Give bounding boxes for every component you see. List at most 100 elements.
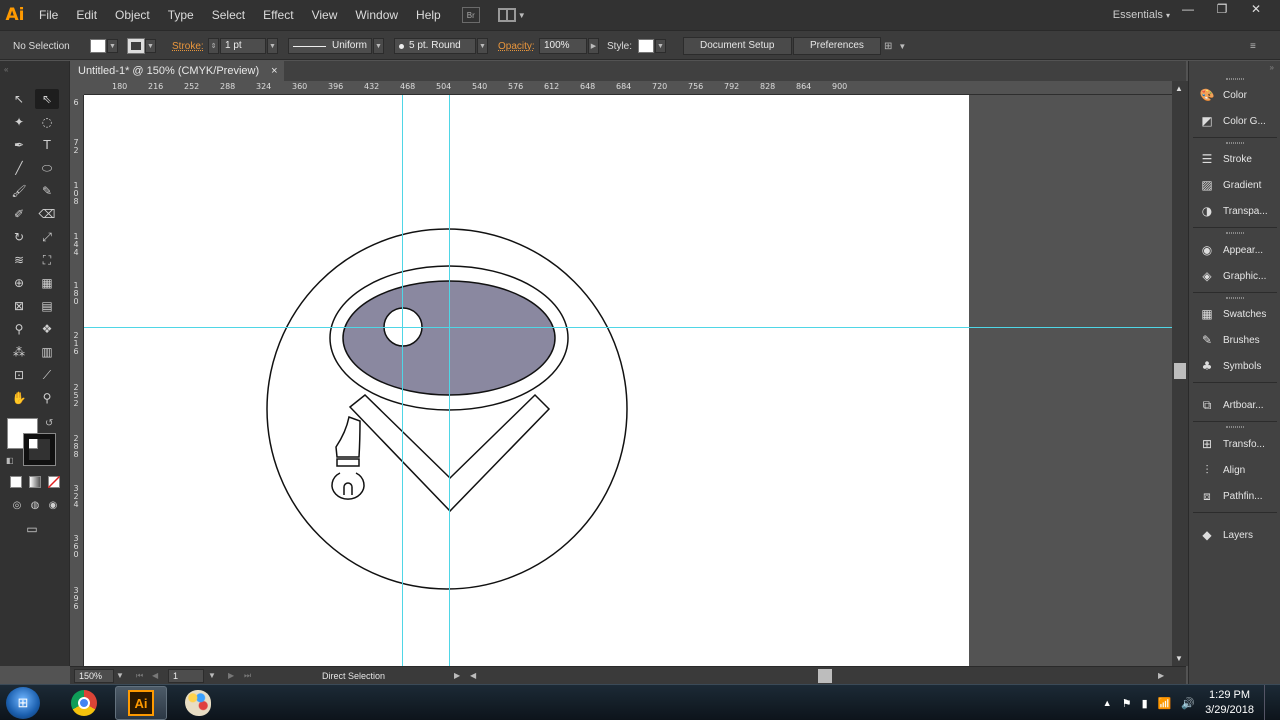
pencil-tool-icon[interactable]: ✎: [35, 181, 59, 201]
close-icon[interactable]: ✕: [1240, 0, 1272, 18]
bridge-button[interactable]: Br: [461, 7, 480, 23]
rotate-tool-icon[interactable]: ↻: [7, 227, 31, 247]
start-button[interactable]: ⊞: [6, 687, 40, 719]
symbol-sprayer-tool-icon[interactable]: ⁂: [7, 342, 31, 362]
color-mode-icon[interactable]: [10, 476, 22, 488]
hand-tool-icon[interactable]: ✋: [7, 388, 31, 408]
minimize-icon[interactable]: —: [1172, 0, 1204, 18]
chevron-down-icon[interactable]: ▼: [107, 39, 118, 53]
vertical-guide[interactable]: [449, 95, 450, 666]
panel-color-guide[interactable]: ◩ Color G...: [1189, 109, 1280, 133]
panel-group-grip[interactable]: [1189, 423, 1280, 431]
shape-builder-tool-icon[interactable]: ⊕: [7, 273, 31, 293]
collapse-icon[interactable]: «: [4, 65, 8, 74]
vertical-guide[interactable]: [402, 95, 403, 666]
artboard-tool-icon[interactable]: ⊡: [7, 365, 31, 385]
menu-file[interactable]: File: [30, 0, 67, 30]
stroke-weight-control[interactable]: ⇕ 1 pt ▼: [208, 31, 278, 61]
slice-tool-icon[interactable]: ⟋: [35, 365, 59, 385]
panel-group-grip[interactable]: [1189, 139, 1280, 147]
none-mode-icon[interactable]: [48, 476, 60, 488]
eraser-tool-icon[interactable]: ⌫: [35, 204, 59, 224]
blend-tool-icon[interactable]: ❖: [35, 319, 59, 339]
draw-inside-icon[interactable]: ◉: [41, 495, 65, 515]
panel-group-grip[interactable]: [1189, 229, 1280, 237]
panel-group-grip[interactable]: [1189, 294, 1280, 302]
stroke-color-box[interactable]: [23, 433, 56, 466]
artwork[interactable]: [84, 95, 969, 666]
direct-selection-tool-icon[interactable]: ⇖: [35, 89, 59, 109]
line-tool-icon[interactable]: ╱: [7, 158, 31, 178]
panel-artboards[interactable]: ⧉ Artboar...: [1189, 393, 1280, 417]
default-colors-icon[interactable]: ◧: [6, 456, 14, 465]
paintbrush-tool-icon[interactable]: 🖌: [7, 181, 31, 201]
stepper-icon[interactable]: ⇕: [208, 38, 219, 54]
scroll-thumb[interactable]: [1174, 363, 1186, 379]
menu-edit[interactable]: Edit: [67, 0, 106, 30]
eyedropper-tool-icon[interactable]: ⚲: [7, 319, 31, 339]
scroll-right-icon[interactable]: ▶: [1158, 669, 1164, 683]
free-transform-tool-icon[interactable]: ⛶: [35, 250, 59, 270]
close-tab-icon[interactable]: ×: [271, 61, 277, 81]
panel-appearance[interactable]: ◉ Appear...: [1189, 238, 1280, 262]
swap-colors-icon[interactable]: ↺: [45, 418, 53, 429]
panel-gradient[interactable]: ▨ Gradient: [1189, 173, 1280, 197]
action-center-flag-icon[interactable]: ⚑: [1122, 697, 1132, 710]
scale-tool-icon[interactable]: ⤢: [35, 227, 59, 247]
menu-effect[interactable]: Effect: [254, 0, 302, 30]
chevron-down-icon[interactable]: ▼: [898, 42, 906, 51]
type-tool-icon[interactable]: T: [35, 135, 59, 155]
panel-symbols[interactable]: ♣ Symbols: [1189, 354, 1280, 378]
warp-tool-icon[interactable]: ≋: [7, 250, 31, 270]
panel-color[interactable]: 🎨 Color: [1189, 83, 1280, 107]
screen-mode-icon[interactable]: ▭: [20, 519, 44, 539]
arrange-icons[interactable]: ⊞ ▼: [884, 31, 906, 61]
gradient-tool-icon[interactable]: ▤: [35, 296, 59, 316]
scroll-left-icon[interactable]: ◀: [470, 669, 476, 683]
tool-collar-shape[interactable]: [336, 458, 360, 467]
chevron-down-icon[interactable]: ▼: [373, 38, 384, 54]
stroke-control[interactable]: ▼: [127, 31, 156, 61]
selection-tool-icon[interactable]: ↖: [7, 89, 31, 109]
menu-type[interactable]: Type: [159, 0, 203, 30]
chevron-down-icon[interactable]: ▼: [655, 39, 666, 53]
opacity-control[interactable]: 100% ▶: [539, 31, 599, 61]
vertical-scrollbar[interactable]: ▲ ▼: [1172, 81, 1188, 666]
restore-icon[interactable]: ❐: [1206, 0, 1238, 18]
scroll-down-icon[interactable]: ▼: [1175, 654, 1183, 663]
perspective-grid-tool-icon[interactable]: ▦: [35, 273, 59, 293]
brush-definition[interactable]: 5 pt. Round ▼: [394, 31, 488, 61]
stroke-swatch[interactable]: [127, 38, 145, 54]
menu-help[interactable]: Help: [407, 0, 450, 30]
first-artboard-icon[interactable]: ⏮: [136, 669, 143, 683]
opacity-field[interactable]: 100%: [539, 38, 587, 54]
menu-select[interactable]: Select: [203, 0, 254, 30]
chevron-down-icon[interactable]: ▼: [145, 39, 156, 53]
taskbar-chrome[interactable]: [58, 686, 110, 720]
show-hidden-icons-icon[interactable]: ▲: [1103, 698, 1112, 708]
vertical-ruler[interactable]: 6 7 2 1 0 8 1 4 4 1 8 0 2 1 6 2 5 2 2 8 …: [70, 95, 84, 666]
preferences-button[interactable]: Preferences: [793, 37, 881, 55]
ellipse-tool-icon[interactable]: ⬭: [35, 158, 59, 178]
column-graph-tool-icon[interactable]: ▥: [35, 342, 59, 362]
panel-group-grip[interactable]: [1189, 75, 1280, 83]
menu-view[interactable]: View: [303, 0, 347, 30]
blob-brush-tool-icon[interactable]: ✐: [7, 204, 31, 224]
last-artboard-icon[interactable]: ⏭: [244, 669, 251, 683]
chevron-down-icon[interactable]: ▼: [208, 669, 216, 683]
style-control[interactable]: ▼: [638, 31, 666, 61]
system-clock[interactable]: 1:29 PM 3/29/2018: [1205, 688, 1254, 718]
network-signal-icon[interactable]: 📶: [1158, 697, 1172, 710]
panel-menu-icon[interactable]: ≡: [1250, 31, 1256, 61]
volume-icon[interactable]: 🔊: [1181, 697, 1195, 710]
pen-tool-icon[interactable]: ✒: [7, 135, 31, 155]
canvas-pasteboard[interactable]: [84, 95, 1172, 666]
panel-align[interactable]: ⫶ Align: [1189, 458, 1280, 482]
ruler-origin[interactable]: [70, 81, 84, 95]
taskbar-illustrator[interactable]: Ai: [115, 686, 167, 720]
panel-swatches[interactable]: ▦ Swatches: [1189, 302, 1280, 326]
stroke-weight-field[interactable]: 1 pt: [220, 38, 266, 54]
horizontal-scroll-thumb[interactable]: [818, 669, 832, 683]
show-desktop-button[interactable]: [1264, 685, 1274, 720]
fill-control[interactable]: ▼: [90, 31, 118, 61]
